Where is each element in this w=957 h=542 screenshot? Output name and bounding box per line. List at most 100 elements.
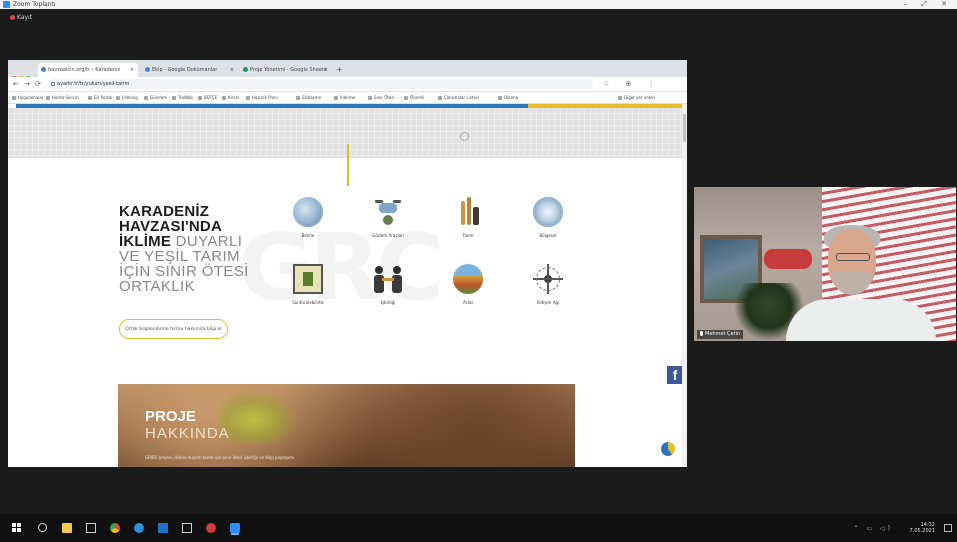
tab-label: Ekip - Google Dokümanlar <box>152 67 218 73</box>
bookmark-item[interactable]: Çalışmalar Listesi <box>438 92 479 103</box>
hero-line: VE YEŞİL TARIM <box>119 248 240 265</box>
project-subtitle: HAKKINDA <box>145 425 230 442</box>
website-content: GRC KARADENİZ HAVZASI'NDA İKLİME DUYARLI… <box>8 104 687 467</box>
bookmark-item[interactable]: BÜTÇE <box>198 92 217 103</box>
bookmark-item[interactable]: Lifelong <box>116 92 138 103</box>
hero-line: HAVZASI'NDA <box>119 218 222 235</box>
participant-glasses <box>836 253 870 261</box>
close-tab-icon[interactable]: × <box>130 63 134 77</box>
bookmark-item[interactable]: Önemli <box>404 92 424 103</box>
file-explorer-icon[interactable] <box>62 523 72 533</box>
mail-icon[interactable] <box>158 523 168 533</box>
plant-image <box>218 384 308 444</box>
record-dot-icon <box>10 15 15 20</box>
tab-favicon-icon <box>243 67 248 72</box>
participant-shirt <box>786 299 936 341</box>
feature-item[interactable]: Arazi <box>438 264 498 305</box>
windows-start-icon[interactable] <box>12 523 22 533</box>
project-title: PROJE <box>145 408 196 425</box>
edge-icon[interactable] <box>134 523 144 533</box>
browser-tab[interactable]: Ekip - Google Dokümanlar × <box>142 63 238 77</box>
chrome-icon[interactable] <box>110 523 120 533</box>
bookmark-item[interactable]: Hazırlık Planı <box>246 92 278 103</box>
zoom-app-icon <box>3 1 10 8</box>
feature-item[interactable]: İletişim Ağı <box>518 264 578 305</box>
network-icon <box>533 264 563 294</box>
mic-icon <box>700 331 703 336</box>
bookmark-item[interactable]: TraWeb <box>172 92 193 103</box>
green-book-icon <box>293 264 323 294</box>
feature-item[interactable]: Belirle <box>278 197 338 238</box>
search-icon[interactable] <box>38 523 47 532</box>
cta-button[interactable]: Ortak bilgilendirme formu hakkında bilgi… <box>119 319 228 339</box>
office-icon[interactable] <box>206 523 216 533</box>
system-tray-icons[interactable]: ⌃ ▭ ◁) <box>854 525 893 532</box>
bookmark-item[interactable]: Harita Servisi <box>46 92 79 103</box>
recording-indicator[interactable]: Kayıt <box>10 14 32 21</box>
bookmark-item[interactable]: Gündem <box>144 92 167 103</box>
browser-tab[interactable]: havzaaicin.org/tr › Karadeniz Havzası× <box>38 63 138 87</box>
chat-widget-button[interactable] <box>658 439 678 459</box>
tab-favicon-icon <box>41 67 46 72</box>
feature-item[interactable]: Tarım <box>438 197 498 238</box>
feature-label: Gözlem Araçları <box>372 233 404 238</box>
facebook-icon[interactable]: f <box>667 366 683 384</box>
page-scrollbar[interactable] <box>682 104 687 467</box>
header-emblem-icon <box>460 132 469 141</box>
zoom-icon[interactable] <box>230 523 240 533</box>
feature-label: Belirle <box>301 233 315 238</box>
feature-label: Arazi <box>462 300 474 305</box>
wall-sign <box>764 249 812 269</box>
browser-tab[interactable]: Proje Yönetimi - Google Sheets × <box>240 63 332 77</box>
participant-video[interactable]: Mehmet Çetin <box>694 187 956 341</box>
scrollbar-thumb[interactable] <box>683 114 686 142</box>
bookmark-item[interactable]: İndirme <box>334 92 355 103</box>
url-input[interactable]: ayarkr.tr/tr/yukarı/yesil-tarim <box>48 79 593 89</box>
bookmark-item[interactable]: EU Portal <box>88 92 112 103</box>
drone-icon <box>373 197 403 227</box>
bookmark-item[interactable]: Okuma <box>498 92 518 103</box>
bookmark-item[interactable]: Uygulamalar <box>12 92 44 103</box>
store-icon[interactable] <box>182 523 192 533</box>
clock-date: 7.05.2021 <box>909 528 935 534</box>
feature-item[interactable]: Sürdürülebilirlik <box>278 264 338 305</box>
bookmark-item[interactable]: Sınır Ötesi <box>368 92 395 103</box>
chat-widget-icon <box>661 442 675 456</box>
hero-line: ORTAKLIK <box>119 278 196 295</box>
browser-action-icons[interactable]: ☆ ⊕ ⋮ <box>603 79 662 89</box>
clock[interactable]: 14:32 7.05.2021 <box>910 522 935 534</box>
decorative-yellow-line <box>347 144 349 186</box>
shared-screen: havzaaicin.org/tr › Karadeniz Havzası× E… <box>8 60 687 467</box>
zoom-titlebar: Zoom Toplantı – ⤢ ✕ <box>0 0 957 9</box>
back-button[interactable]: ← <box>13 79 19 89</box>
tab-favicon-icon <box>145 67 150 72</box>
feature-label: Sürdürülebilirlik <box>292 300 324 305</box>
close-tab-icon[interactable]: × <box>230 63 234 77</box>
tab-label: Proje Yönetimi - Google Sheets <box>250 67 327 73</box>
landscape-icon <box>453 264 483 294</box>
window-controls[interactable]: – ⤢ ✕ <box>904 0 953 9</box>
close-tab-icon[interactable]: × <box>324 63 328 77</box>
notification-icon[interactable] <box>944 524 952 532</box>
project-banner[interactable]: PROJE HAKKINDA GRIBS projesi, iklime duy… <box>118 384 575 467</box>
window-title: Zoom Toplantı <box>13 1 56 8</box>
forward-button[interactable]: → <box>24 79 30 89</box>
feature-item[interactable]: Gözlem Araçları <box>358 197 418 238</box>
project-description: GRIBS projesi, iklime duyarlı tarım için… <box>145 455 295 460</box>
feature-label: Tarım <box>462 233 474 238</box>
feature-label: Bölgesel <box>539 233 557 238</box>
feature-item[interactable]: Bölgesel <box>518 197 578 238</box>
wheat-icon <box>453 197 483 227</box>
reload-button[interactable]: ⟳ <box>35 79 41 89</box>
task-view-icon[interactable] <box>86 523 96 533</box>
hero-title: KARADENİZ HAVZASI'NDA İKLİME DUYARLI VE … <box>119 204 269 294</box>
lock-icon <box>51 82 55 86</box>
new-tab-button[interactable]: + <box>336 63 343 77</box>
region-map-icon <box>533 197 563 227</box>
participant-name: Mehmet Çetin <box>705 331 741 337</box>
bookmark-item[interactable]: Kırsal <box>222 92 239 103</box>
bookmark-item[interactable]: Diğer yer imleri <box>618 92 655 103</box>
bookmarks-bar: Uygulamalar Harita Servisi EU Portal Lif… <box>8 92 687 104</box>
feature-item[interactable]: İşbirliği <box>358 264 418 305</box>
bookmark-item[interactable]: Sözleşme <box>296 92 321 103</box>
